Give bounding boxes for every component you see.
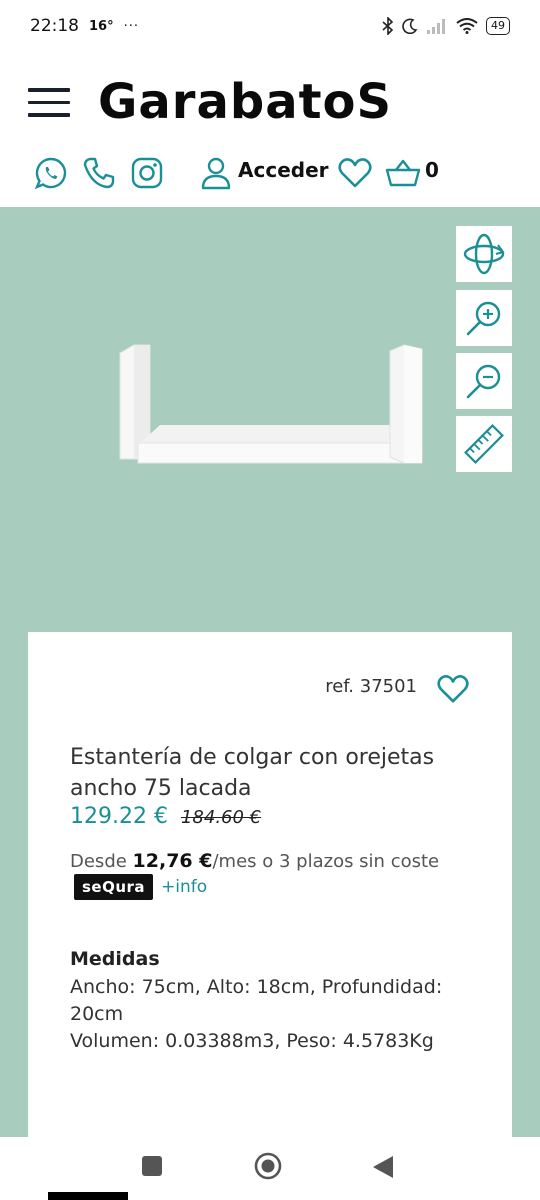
system-navigation-bar: [0, 1137, 540, 1200]
measurements-heading: Medidas: [70, 948, 160, 970]
rotate-360-button[interactable]: [456, 226, 512, 282]
current-price: 129.22 €: [70, 804, 168, 829]
favorite-heart-icon[interactable]: [436, 674, 470, 704]
status-temperature: 16°: [89, 18, 114, 34]
menu-line: [28, 88, 70, 92]
status-bar: 22:18 16° ··· 49: [0, 0, 540, 52]
home-button[interactable]: [254, 1152, 282, 1180]
user-icon[interactable]: [200, 156, 232, 190]
sequra-logo: seQura: [74, 874, 154, 900]
financing-suffix: /mes o 3 plazos sin coste: [212, 851, 440, 872]
back-button[interactable]: [372, 1155, 394, 1179]
menu-line: [28, 113, 70, 117]
phone-icon[interactable]: [82, 156, 116, 190]
product-image[interactable]: [112, 339, 428, 469]
ruler-icon: [464, 424, 504, 464]
product-info-card: ref. 37501 Estantería de colgar con orej…: [28, 632, 512, 1137]
zoom-in-icon: [466, 301, 501, 336]
rotate-360-icon: [463, 233, 505, 275]
battery-icon: 49: [486, 17, 510, 35]
cart-count[interactable]: 0: [425, 158, 439, 182]
financing-text: Desde 12,76 €/mes o 3 plazos sin coste: [70, 850, 439, 872]
status-right: 49: [382, 17, 510, 35]
recent-apps-button[interactable]: [141, 1155, 163, 1177]
moon-icon: [402, 18, 418, 34]
more-info-link[interactable]: +info: [161, 877, 207, 897]
product-title: Estantería de colgar con orejetas ancho …: [70, 745, 435, 801]
financing-prefix: Desde: [70, 851, 133, 872]
measurements-dimensions: Ancho: 75cm, Alto: 18cm, Profundidad: 20…: [70, 976, 443, 1025]
status-more-icon: ···: [123, 18, 139, 34]
product-price: 129.22 € 184.60 €: [70, 804, 261, 829]
old-price: 184.60 €: [180, 807, 262, 828]
header-icon-bar: Acceder 0: [0, 150, 540, 194]
login-link[interactable]: Acceder: [238, 158, 329, 182]
measure-button[interactable]: [456, 416, 512, 472]
product-reference: ref. 37501: [325, 676, 417, 697]
wifi-icon: [456, 18, 478, 34]
signal-icon: [427, 19, 445, 34]
zoom-out-button[interactable]: [456, 353, 512, 409]
cart-basket-icon[interactable]: [385, 158, 421, 188]
status-left: 22:18 16° ···: [30, 16, 139, 36]
wishlist-heart-icon[interactable]: [337, 157, 373, 189]
menu-line: [28, 100, 70, 104]
financing-amount: 12,76 €: [132, 850, 213, 872]
measurements-volume-weight: Volumen: 0.03388m3, Peso: 4.5783Kg: [70, 1030, 434, 1052]
site-header: GarabatoS: [0, 68, 540, 140]
bluetooth-icon: [382, 17, 394, 35]
sequra-row: seQura +info: [74, 874, 207, 900]
gesture-strip: [48, 1192, 128, 1200]
zoom-in-button[interactable]: [456, 290, 512, 346]
status-time: 22:18: [30, 16, 79, 36]
whatsapp-icon[interactable]: [34, 156, 68, 190]
site-logo[interactable]: GarabatoS: [98, 74, 392, 130]
zoom-out-icon: [466, 364, 501, 399]
instagram-icon[interactable]: [130, 156, 164, 190]
menu-button[interactable]: [28, 88, 70, 118]
